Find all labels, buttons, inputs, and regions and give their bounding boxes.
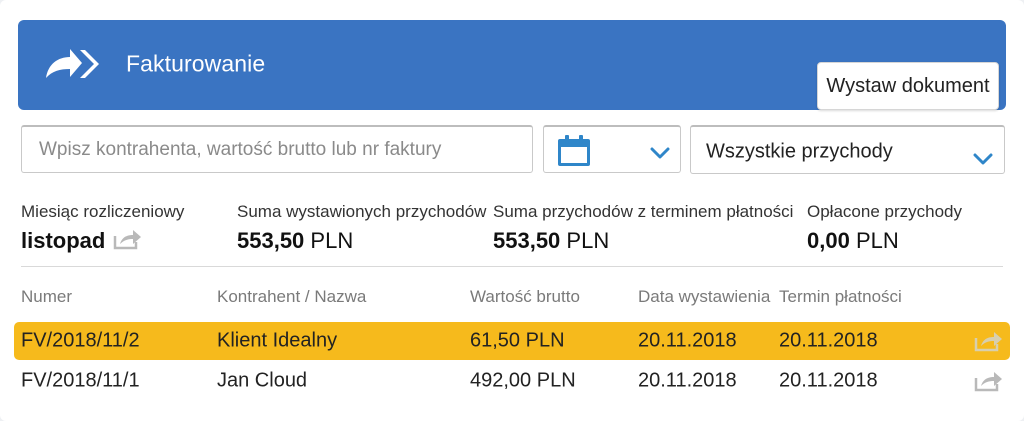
issue-document-button[interactable]: Wystaw dokument: [817, 62, 999, 110]
issued-sum-value: 553,50 PLN: [237, 228, 354, 253]
share-icon[interactable]: [973, 330, 1003, 352]
date-picker[interactable]: [543, 125, 681, 173]
invoice-number: FV/2018/11/1: [21, 369, 140, 392]
due-sum-value: 553,50 PLN: [493, 228, 610, 253]
calendar-icon: [558, 135, 590, 166]
chevron-down-icon: [973, 153, 993, 165]
column-header-issue-date: Data wystawienia: [638, 287, 771, 306]
column-header-gross: Wartość brutto: [470, 287, 580, 306]
search-input[interactable]: [22, 127, 532, 172]
invoicing-panel: Fakturowanie Wystaw dokument Wszystkie p…: [0, 0, 1024, 421]
search-box: [21, 125, 533, 173]
paid-sum-label: Opłacone przychody: [807, 202, 962, 221]
contractor-name: Jan Cloud: [217, 369, 308, 392]
paid-sum-value: 0,00 PLN: [807, 228, 899, 253]
share-icon[interactable]: [973, 370, 1003, 392]
issued-sum-label: Suma wystawionych przychodów: [237, 202, 487, 221]
column-header-due-date: Termin płatności: [779, 287, 902, 306]
month-label: Miesiąc rozliczeniowy: [21, 202, 185, 221]
table-row[interactable]: FV/2018/11/2 Klient Idealny 61,50 PLN 20…: [14, 322, 1010, 360]
gross-value: 492,00 PLN: [470, 369, 576, 392]
income-type-value: Wszystkie przychody: [706, 140, 893, 163]
table-row[interactable]: FV/2018/11/1 Jan Cloud 492,00 PLN 20.11.…: [14, 362, 1010, 400]
forward-arrows-icon: [46, 49, 99, 78]
share-icon[interactable]: [112, 228, 142, 250]
income-type-select[interactable]: Wszystkie przychody: [690, 125, 1005, 174]
month-value: listopad: [21, 228, 106, 253]
invoice-number: FV/2018/11/2: [21, 329, 140, 352]
page-title: Fakturowanie: [126, 50, 266, 77]
chevron-down-icon: [650, 147, 670, 159]
due-date: 20.11.2018: [779, 329, 878, 352]
issue-date: 20.11.2018: [638, 369, 737, 392]
due-date: 20.11.2018: [779, 369, 878, 392]
column-header-contractor: Kontrahent / Nazwa: [217, 287, 367, 306]
issue-date: 20.11.2018: [638, 329, 737, 352]
contractor-name: Klient Idealny: [217, 329, 338, 352]
divider: [21, 266, 1003, 267]
column-header-number: Numer: [21, 287, 73, 306]
due-sum-label: Suma przychodów z terminem płatności: [493, 202, 794, 221]
gross-value: 61,50 PLN: [470, 329, 565, 352]
header-bar: Fakturowanie Wystaw dokument: [18, 20, 1006, 110]
